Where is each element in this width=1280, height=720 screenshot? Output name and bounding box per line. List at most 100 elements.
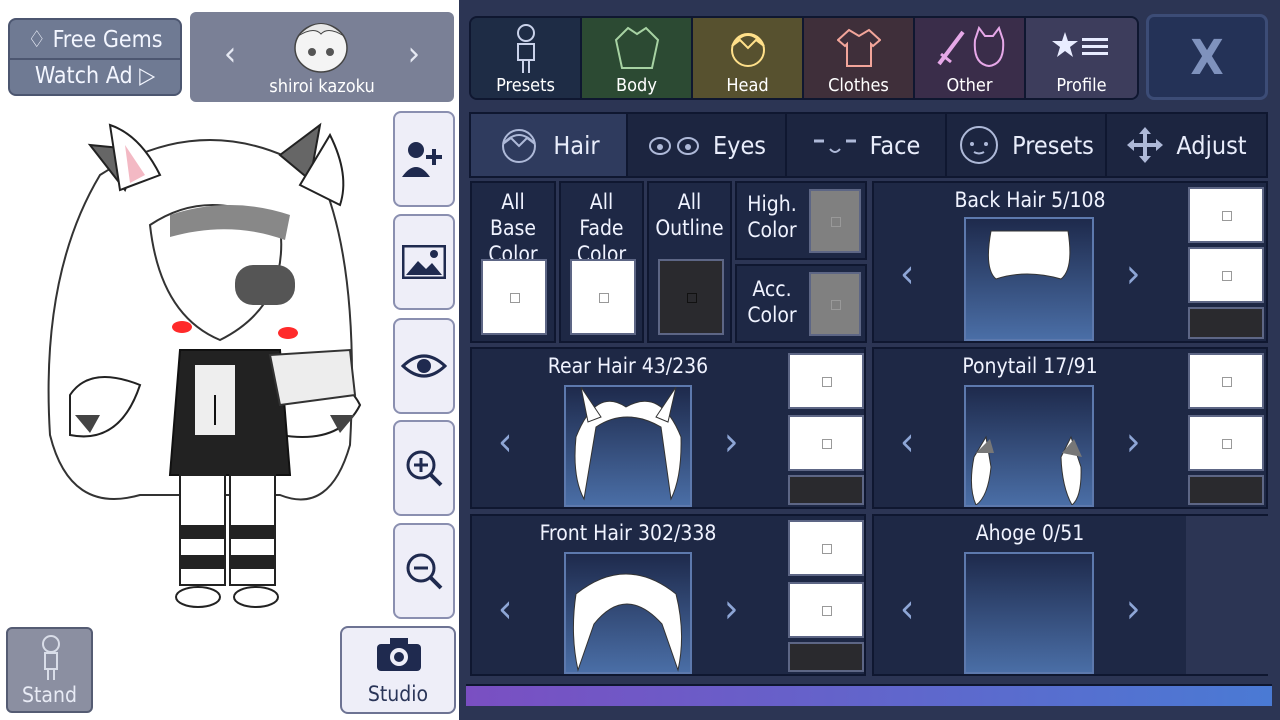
rear-hair-prev-button[interactable]: ‹ bbox=[498, 419, 512, 465]
bottom-accent-bar bbox=[466, 684, 1272, 706]
free-gems-button[interactable]: ♢ Free Gems Watch Ad ▷ bbox=[8, 18, 182, 96]
rear-hair-color-2[interactable] bbox=[788, 415, 864, 471]
all-fade-color-swatch[interactable] bbox=[570, 259, 636, 335]
studio-label: Studio bbox=[367, 682, 429, 706]
all-base-color-label: All Base Color bbox=[488, 190, 538, 266]
close-button[interactable]: X bbox=[1146, 14, 1268, 100]
tab-body[interactable]: Body bbox=[582, 18, 693, 98]
stand-label: Stand bbox=[22, 683, 77, 707]
ahoge-label: Ahoge 0/51 bbox=[975, 521, 1085, 545]
main-tab-bar: Presets Body Head Clothes Other Profile bbox=[469, 16, 1139, 100]
tab-clothes[interactable]: Clothes bbox=[804, 18, 915, 98]
all-outline-panel: All Outline bbox=[647, 181, 732, 343]
watch-ad-label: Watch Ad ▷ bbox=[34, 63, 156, 89]
subtab-adjust[interactable]: Adjust bbox=[1107, 114, 1266, 176]
ponytail-outline[interactable] bbox=[1188, 475, 1264, 505]
ponytail-color-1[interactable] bbox=[1188, 353, 1264, 409]
ahoge-prev-button[interactable]: ‹ bbox=[900, 586, 914, 632]
high-color-panel: High. Color bbox=[735, 181, 867, 260]
rear-hair-outline[interactable] bbox=[788, 475, 864, 505]
ponytail-next-button[interactable]: › bbox=[1126, 419, 1140, 465]
camera-icon bbox=[377, 638, 421, 671]
acc-color-swatch[interactable] bbox=[809, 272, 861, 336]
front-hair-color-2[interactable] bbox=[788, 582, 864, 638]
subtab-presets[interactable]: Presets bbox=[947, 114, 1107, 176]
front-hair-preview bbox=[564, 552, 692, 674]
all-base-color-swatch[interactable] bbox=[481, 259, 547, 335]
all-base-color-panel: All Base Color bbox=[470, 181, 556, 343]
studio-button[interactable]: Studio bbox=[340, 626, 456, 714]
all-fade-color-panel: All Fade Color bbox=[559, 181, 644, 343]
rear-hair-panel: Rear Hair 43/236 ‹ › bbox=[470, 347, 866, 509]
zoom-in-icon bbox=[406, 450, 443, 487]
front-hair-outline[interactable] bbox=[788, 642, 864, 672]
mannequin-icon bbox=[517, 24, 535, 73]
high-color-label: High. Color bbox=[747, 192, 797, 242]
acc-color-panel: Acc. Color bbox=[735, 264, 867, 343]
ponytail-panel: Ponytail 17/91 ‹ › bbox=[872, 347, 1268, 509]
ahoge-preview bbox=[964, 552, 1094, 674]
subtab-face[interactable]: Face bbox=[787, 114, 947, 176]
prev-character-button[interactable]: ‹ bbox=[224, 34, 236, 74]
acc-color-label: Acc. Color bbox=[747, 277, 797, 327]
stand-button[interactable]: Stand bbox=[6, 627, 93, 713]
back-hair-outline[interactable] bbox=[1188, 307, 1264, 339]
sub-tab-bar: Hair Eyes Face Presets Adjust bbox=[469, 112, 1268, 178]
back-hair-next-button[interactable]: › bbox=[1126, 251, 1140, 297]
zoom-in-button[interactable] bbox=[393, 420, 455, 516]
eye-icon bbox=[401, 354, 447, 378]
tab-profile-label: Profile bbox=[1056, 75, 1107, 96]
ahoge-empty-area bbox=[1186, 516, 1268, 674]
front-hair-prev-button[interactable]: ‹ bbox=[498, 586, 512, 632]
next-character-button[interactable]: › bbox=[408, 34, 420, 74]
front-hair-color-1[interactable] bbox=[788, 520, 864, 576]
rear-hair-label: Rear Hair 43/236 bbox=[547, 354, 709, 378]
back-hair-prev-button[interactable]: ‹ bbox=[900, 251, 914, 297]
zoom-out-icon bbox=[406, 553, 443, 590]
free-gems-label: Free Gems bbox=[52, 27, 163, 53]
character-figure[interactable] bbox=[30, 115, 390, 615]
background-button[interactable] bbox=[393, 214, 455, 310]
subtab-eyes[interactable]: Eyes bbox=[628, 114, 787, 176]
rear-hair-color-1[interactable] bbox=[788, 353, 864, 409]
high-color-swatch[interactable] bbox=[809, 189, 861, 253]
head-icon bbox=[731, 33, 765, 67]
tab-presets[interactable]: Presets bbox=[471, 18, 582, 98]
character-name: shiroi kazoku bbox=[269, 76, 375, 97]
back-hair-color-1[interactable] bbox=[1188, 187, 1264, 243]
tab-head-label: Head bbox=[726, 75, 769, 96]
all-outline-label: All Outline bbox=[655, 190, 724, 240]
ahoge-panel: Ahoge 0/51 ‹ › bbox=[872, 514, 1268, 676]
subtab-adjust-label: Adjust bbox=[1176, 130, 1247, 160]
all-fade-color-label: All Fade Color bbox=[576, 190, 627, 266]
subtab-hair-label: Hair bbox=[553, 130, 600, 160]
visibility-button[interactable] bbox=[393, 318, 455, 414]
move-arrows-icon bbox=[1127, 127, 1164, 163]
ahoge-next-button[interactable]: › bbox=[1126, 586, 1140, 632]
eyes-icon bbox=[648, 137, 699, 155]
ponytail-preview bbox=[964, 385, 1094, 507]
tab-other[interactable]: Other bbox=[915, 18, 1026, 98]
character-selector: ‹ › shiroi kazoku bbox=[190, 12, 454, 102]
image-icon bbox=[402, 245, 446, 279]
front-hair-next-button[interactable]: › bbox=[724, 586, 738, 632]
face-preset-icon bbox=[960, 126, 999, 164]
front-hair-panel: Front Hair 302/338 ‹ › bbox=[470, 514, 866, 676]
subtab-face-label: Face bbox=[869, 130, 921, 160]
back-hair-panel: Back Hair 5/108 ‹ › bbox=[872, 181, 1268, 343]
subtab-hair[interactable]: Hair bbox=[471, 114, 628, 176]
jacket-icon bbox=[614, 26, 660, 69]
stand-figure-icon bbox=[42, 635, 60, 680]
tab-head[interactable]: Head bbox=[693, 18, 804, 98]
character-portrait bbox=[288, 16, 354, 76]
add-character-button[interactable] bbox=[393, 111, 455, 207]
shirt-icon bbox=[837, 28, 881, 67]
rear-hair-next-button[interactable]: › bbox=[724, 419, 738, 465]
all-outline-swatch[interactable] bbox=[658, 259, 724, 335]
zoom-out-button[interactable] bbox=[393, 523, 455, 619]
ponytail-label: Ponytail 17/91 bbox=[962, 354, 1098, 378]
ponytail-color-2[interactable] bbox=[1188, 415, 1264, 471]
ponytail-prev-button[interactable]: ‹ bbox=[900, 419, 914, 465]
back-hair-color-2[interactable] bbox=[1188, 247, 1264, 303]
tab-profile[interactable]: Profile bbox=[1026, 18, 1137, 98]
